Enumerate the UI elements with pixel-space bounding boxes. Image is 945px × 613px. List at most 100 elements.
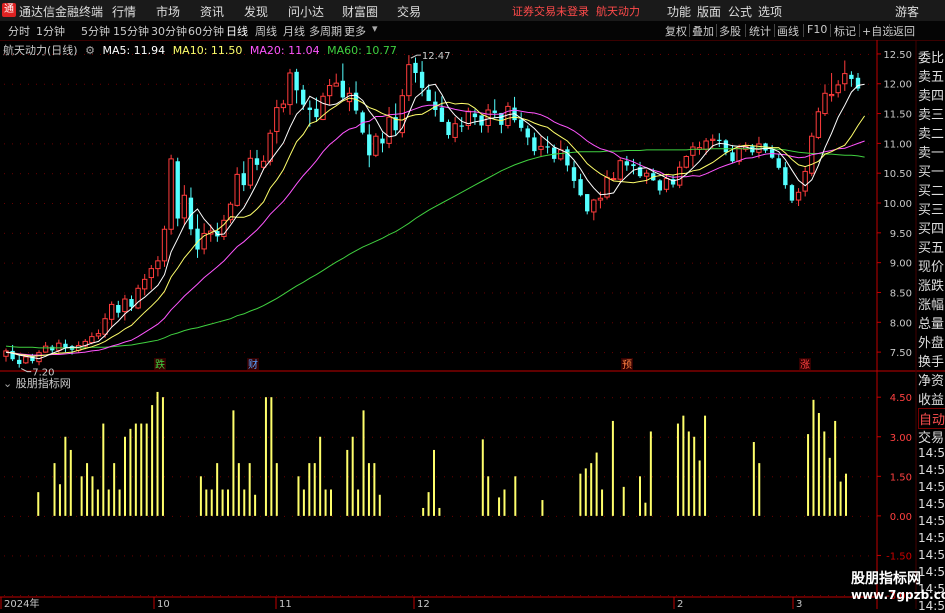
price-grid-dot [244,83,245,85]
price-grid-dot [460,352,461,354]
indicator-grid-dot [740,397,741,399]
indicator-grid-dot [412,515,413,517]
indicator-bar [140,423,143,516]
indicator-grid-dot [796,476,797,478]
price-grid-dot [276,292,277,294]
price-grid-dot [620,203,621,205]
price-grid-dot [372,203,373,205]
price-grid-dot [308,352,309,354]
indicator-grid-dot [572,436,573,438]
price-grid-dot [796,262,797,264]
price-grid-dot [476,53,477,55]
indicator-bar [254,494,257,516]
indicator-grid-dot [708,397,709,399]
indicator-grid-dot [668,515,669,517]
price-grid-dot [68,113,69,115]
indicator-grid-dot [172,397,173,399]
price-grid-dot [212,292,213,294]
month-label: 3 [796,599,802,609]
indicator-grid-dot [4,436,5,438]
price-grid-dot [12,322,13,324]
price-grid-dot [76,262,77,264]
price-grid-dot [116,292,117,294]
price-grid-dot [836,292,837,294]
price-grid-dot [132,203,133,205]
indicator-grid-dot [244,476,245,478]
indicator-grid-dot [484,515,485,517]
indicator-grid-dot [36,515,37,517]
indicator-grid-dot [516,436,517,438]
candle-body [643,172,650,177]
price-grid-dot [4,83,5,85]
price-grid-dot [612,322,613,324]
price-grid-dot [356,262,357,264]
auto-button[interactable]: 自动 [918,408,945,429]
price-grid-dot [124,322,125,324]
quote-label-turnover: 换手 [918,355,945,370]
price-grid-dot [60,292,61,294]
price-grid-dot [516,173,517,175]
price-grid-dot [12,143,13,145]
indicator-grid-dot [284,476,285,478]
indicator-grid-dot [548,515,549,517]
price-grid-dot [292,292,293,294]
indicator-grid-dot [876,436,877,438]
indicator-grid-dot [252,476,253,478]
indicator-grid-dot [676,515,677,517]
price-grid-dot [236,53,237,55]
price-grid-dot [180,113,181,115]
indicator-grid-dot [556,436,557,438]
price-grid-dot [396,203,397,205]
indicator-bar [622,486,625,516]
price-grid-dot [524,322,525,324]
indicator-bar [308,463,311,516]
quote-label-outer: 外盘 [918,336,945,351]
indicator-grid-dot [460,555,461,557]
price-grid-dot [652,352,653,354]
price-grid-dot [508,203,509,205]
price-grid-dot [332,173,333,175]
indicator-grid-dot [644,515,645,517]
indicator-grid-dot [636,515,637,517]
price-grid-dot [708,53,709,55]
indicator-grid-dot [716,397,717,399]
indicator-grid-dot [140,555,141,557]
price-grid-dot [596,232,597,234]
price-grid-dot [276,322,277,324]
price-grid-dot [628,262,629,264]
price-grid-dot [252,322,253,324]
price-grid-dot [676,352,677,354]
indicator-grid-dot [4,595,5,596]
price-grid-dot [196,292,197,294]
indicator-bar [503,489,506,516]
price-grid-dot [572,232,573,234]
price-grid-dot [428,292,429,294]
indicator-grid-dot [36,436,37,438]
price-grid-dot [572,262,573,264]
price-grid-dot [756,83,757,85]
price-grid-dot [308,83,309,85]
price-grid-dot [260,203,261,205]
indicator-bar [367,463,370,516]
indicator-grid-dot [20,595,21,596]
price-grid-dot [852,322,853,324]
indicator-grid-dot [828,436,829,438]
kline-chart[interactable]: 12.5012.0011.5011.0010.5010.009.509.008.… [0,0,945,609]
price-grid-dot [612,352,613,354]
price-grid-dot [876,262,877,264]
price-grid-dot [364,53,365,55]
price-grid-dot [220,203,221,205]
indicator-grid-dot [44,476,45,478]
price-grid-dot [244,232,245,234]
price-grid-dot [108,143,109,145]
price-grid-dot [76,173,77,175]
indicator-grid-dot [316,397,317,399]
candle-body [17,359,22,365]
indicator-grid-dot [268,595,269,596]
candle-body [314,108,319,118]
price-grid-dot [508,322,509,324]
indicator-grid-dot [652,476,653,478]
price-grid-dot [636,83,637,85]
price-grid-dot [196,113,197,115]
indicator-grid-dot [412,397,413,399]
